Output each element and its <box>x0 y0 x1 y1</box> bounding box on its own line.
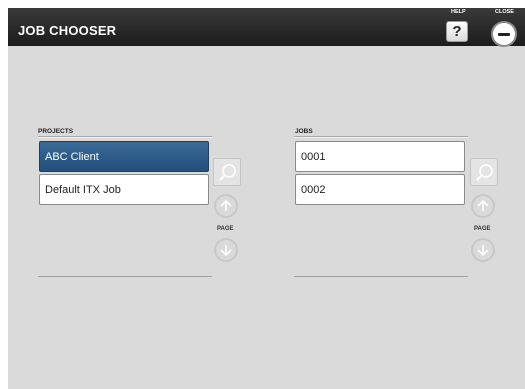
jobs-heading: JOBS <box>295 128 313 135</box>
jobs-search-button[interactable] <box>470 158 498 186</box>
job-item-0002[interactable]: 0002 <box>295 174 465 205</box>
close-button[interactable] <box>491 21 517 47</box>
minus-circle-icon <box>498 32 510 36</box>
title-bar: JOB CHOOSER HELP ? CLOSE <box>8 8 525 47</box>
window-title: JOB CHOOSER <box>18 23 117 38</box>
projects-group-top-line <box>38 136 212 138</box>
help-label: HELP <box>451 9 466 15</box>
projects-search-button[interactable] <box>213 158 241 186</box>
close-label: CLOSE <box>495 9 514 15</box>
help-button[interactable]: ? <box>446 21 468 42</box>
jobs-page-label: PAGE <box>474 226 491 232</box>
question-mark-icon: ? <box>452 23 462 40</box>
project-item-label: ABC Client <box>45 150 99 163</box>
magnifier-icon <box>476 164 493 181</box>
jobs-page-down-button[interactable] <box>471 238 495 262</box>
jobs-group-bottom-line <box>294 276 468 277</box>
job-item-0001[interactable]: 0001 <box>295 141 465 172</box>
magnifier-icon <box>219 164 236 181</box>
projects-page-down-button[interactable] <box>214 238 238 262</box>
job-item-label: 0002 <box>301 183 326 196</box>
jobs-group-top-line <box>294 136 468 138</box>
projects-page-up-button[interactable] <box>214 194 238 218</box>
arrow-down-icon <box>220 245 232 257</box>
project-item-label: Default ITX Job <box>45 183 121 196</box>
project-item-default-itx-job[interactable]: Default ITX Job <box>39 174 209 205</box>
jobs-page-up-button[interactable] <box>471 194 495 218</box>
job-item-label: 0001 <box>301 150 326 163</box>
projects-heading: PROJECTS <box>38 128 74 135</box>
arrow-up-icon <box>220 199 232 211</box>
project-item-abc-client[interactable]: ABC Client <box>39 141 209 172</box>
job-chooser-window: JOB CHOOSER HELP ? CLOSE PROJECTS ABC Cl… <box>8 8 525 389</box>
arrow-up-icon <box>477 199 489 211</box>
arrow-down-icon <box>477 245 489 257</box>
projects-page-label: PAGE <box>217 226 234 232</box>
projects-group-bottom-line <box>38 276 212 277</box>
